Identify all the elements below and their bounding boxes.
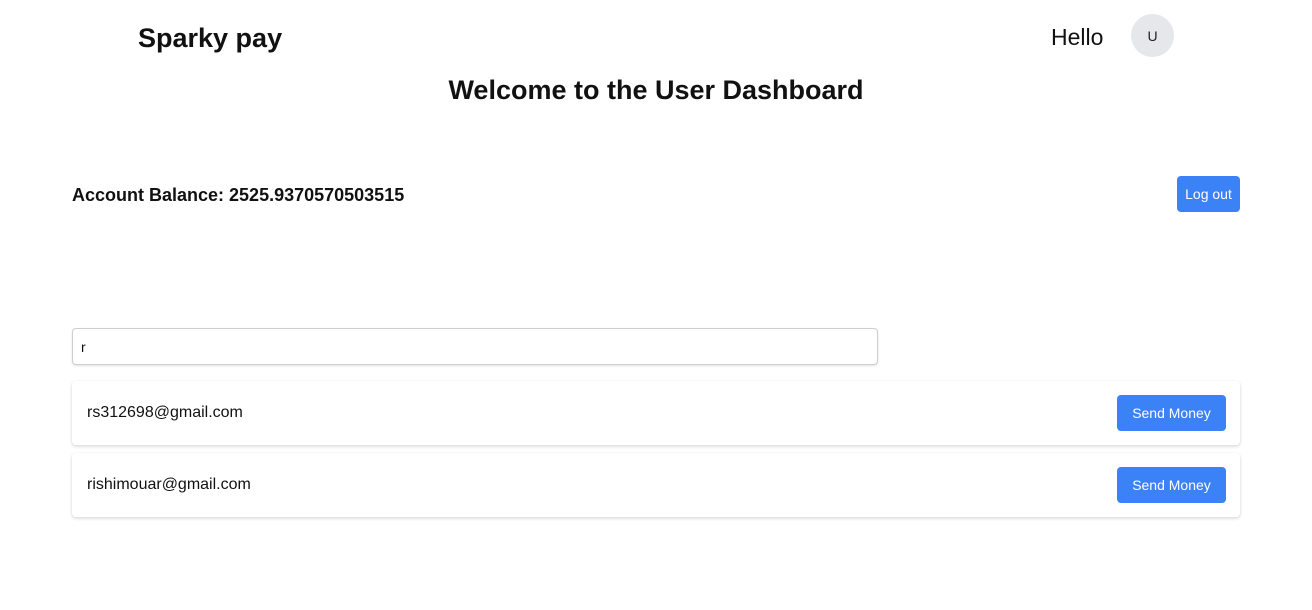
list-item: rs312698@gmail.com Send Money [72,381,1240,445]
greeting-text: Hello [1051,24,1104,50]
account-balance: Account Balance: 2525.9370570503515 [72,185,405,205]
dashboard-page: Sparky pay Hello U Welcome to the User D… [0,0,1312,610]
page-title: Welcome to the User Dashboard [448,75,864,105]
send-money-button[interactable]: Send Money [1117,467,1226,503]
logout-button[interactable]: Log out [1177,176,1240,212]
user-email: rishimouar@gmail.com [87,476,251,493]
user-email: rs312698@gmail.com [87,404,243,421]
brand-title: Sparky pay [138,23,283,53]
user-list: rs312698@gmail.com Send Money rishimouar… [72,381,1240,525]
list-item: rishimouar@gmail.com Send Money [72,453,1240,517]
avatar-initial: U [1147,27,1158,44]
search-input[interactable] [72,328,878,365]
send-money-button[interactable]: Send Money [1117,395,1226,431]
avatar[interactable]: U [1131,14,1174,57]
